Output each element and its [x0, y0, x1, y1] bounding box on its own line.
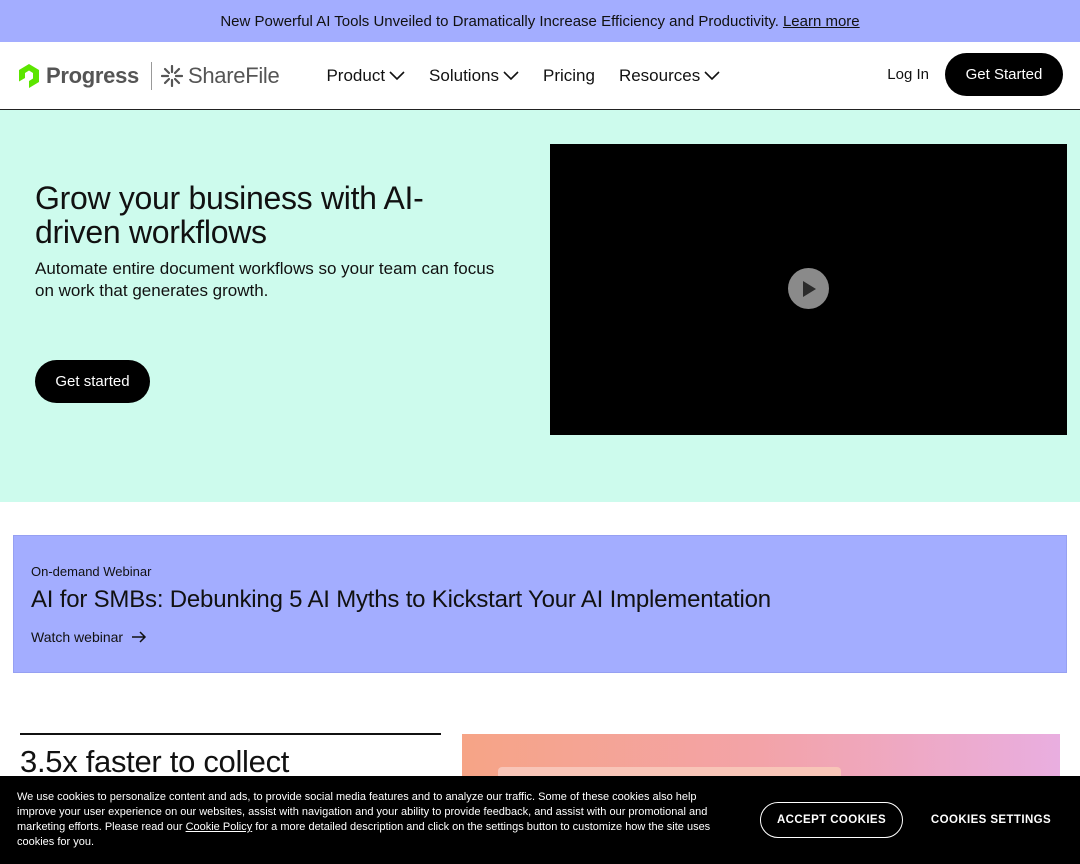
main-navigation: Progress ShareFile Product Solutions Pri… — [0, 42, 1080, 110]
webinar-tag: On-demand Webinar — [31, 564, 152, 579]
menu-item-resources[interactable]: Resources — [619, 66, 720, 86]
watch-webinar-link[interactable]: Watch webinar — [31, 629, 147, 645]
menu-item-label: Solutions — [429, 65, 499, 85]
hero-subtitle: Automate entire document workflows so yo… — [35, 258, 495, 302]
cookie-text: We use cookies to personalize content an… — [17, 790, 737, 850]
get-started-hero-button[interactable]: Get started — [35, 360, 150, 403]
menu-item-pricing[interactable]: Pricing — [543, 66, 595, 86]
learn-more-link[interactable]: Learn more — [783, 13, 860, 30]
hero-section: Grow your business with AI-driven workfl… — [0, 110, 1080, 502]
accept-cookies-button[interactable]: ACCEPT COOKIES — [760, 802, 903, 838]
announcement-text: New Powerful AI Tools Unveiled to Dramat… — [220, 12, 779, 30]
menu-item-product[interactable]: Product — [326, 66, 405, 86]
stat-divider — [20, 733, 441, 735]
header-actions: Log In Get Started — [887, 53, 1063, 96]
menu-item-label: Product — [326, 65, 386, 85]
menu-item-label: Pricing — [542, 65, 595, 85]
cookies-settings-button[interactable]: COOKIES SETTINGS — [927, 802, 1055, 838]
webinar-banner: On-demand Webinar AI for SMBs: Debunking… — [13, 535, 1067, 673]
play-icon[interactable] — [788, 268, 829, 309]
progress-logo-icon — [19, 63, 39, 88]
hero-title: Grow your business with AI-driven workfl… — [35, 180, 424, 250]
hero-video[interactable] — [550, 144, 1067, 435]
watch-webinar-label: Watch webinar — [31, 629, 124, 645]
progress-wordmark: Progress — [46, 62, 139, 88]
chevron-down-icon — [503, 70, 519, 80]
chevron-down-icon — [704, 70, 720, 80]
sharefile-wordmark: ShareFile — [187, 62, 280, 88]
logo[interactable]: Progress ShareFile — [17, 61, 280, 91]
logo-divider — [150, 61, 152, 90]
hero-subtitle-line: on work that generates growth. — [35, 281, 269, 300]
webinar-title[interactable]: AI for SMBs: Debunking 5 AI Myths to Kic… — [31, 586, 771, 614]
announcement-bar: New Powerful AI Tools Unveiled to Dramat… — [0, 0, 1080, 42]
hero-subtitle-line: Automate entire document workflows so yo… — [35, 259, 495, 278]
cookie-policy-link[interactable]: Cookie Policy — [186, 821, 253, 833]
stat-headline: 3.5x faster to collect — [20, 744, 290, 779]
chevron-down-icon — [389, 70, 405, 80]
menu-item-label: Resources — [618, 65, 701, 85]
primary-menu: Product Solutions Pricing Resources — [326, 66, 744, 86]
login-link[interactable]: Log In — [887, 66, 929, 83]
sharefile-logo-icon — [160, 64, 183, 87]
arrow-right-icon — [132, 631, 147, 643]
cookie-banner: We use cookies to personalize content an… — [0, 776, 1080, 864]
get-started-header-button[interactable]: Get Started — [945, 53, 1063, 96]
menu-item-solutions[interactable]: Solutions — [429, 66, 519, 86]
